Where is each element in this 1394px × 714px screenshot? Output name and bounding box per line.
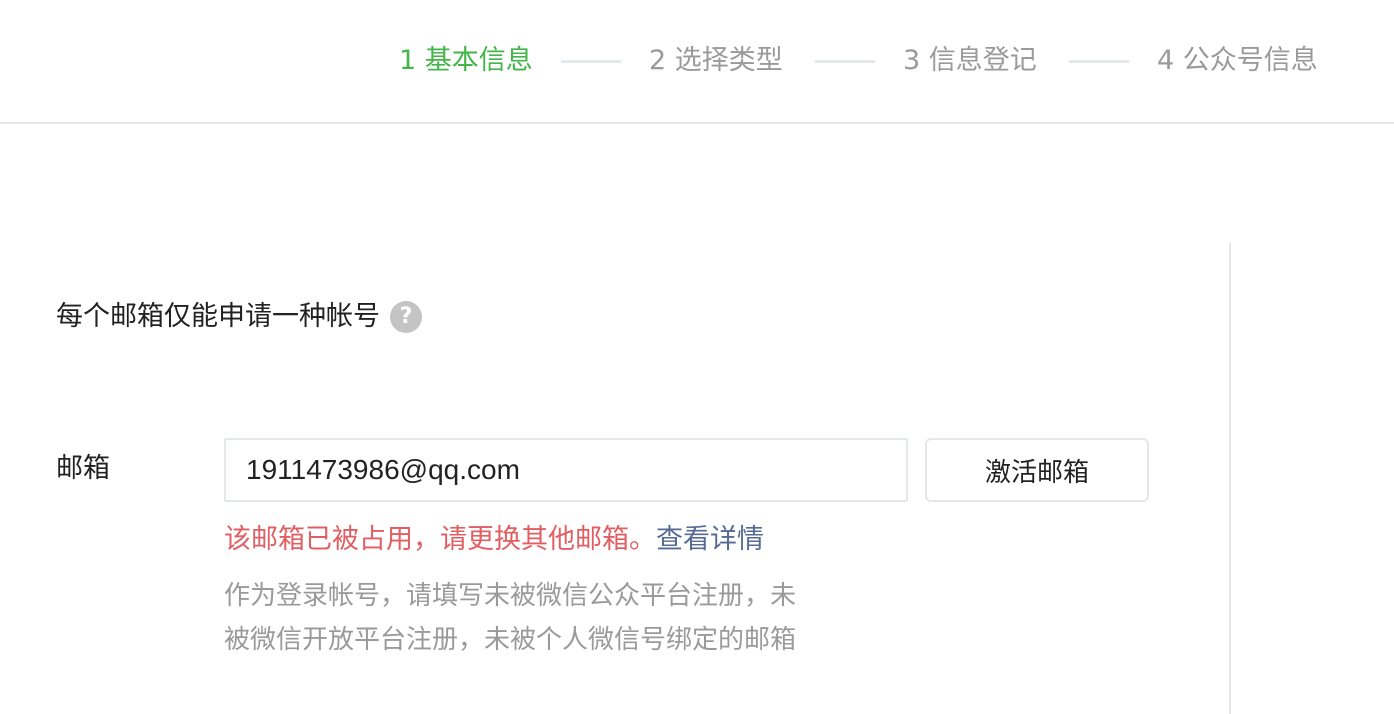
registration-page: 1 基本信息 2 选择类型 3 信息登记 4 公众号信息 每个邮箱仅能申请一种帐… [0, 0, 1394, 714]
step-connector [1069, 60, 1129, 63]
email-hint: 作为登录帐号，请填写未被微信公众平台注册，未 被微信开放平台注册，未被个人微信号… [224, 574, 864, 662]
step-connector [561, 60, 621, 63]
step-info-registration: 3 信息登记 [903, 45, 1037, 76]
step-progress-bar: 1 基本信息 2 选择类型 3 信息登记 4 公众号信息 [0, 0, 1394, 124]
activate-email-button[interactable]: 激活邮箱 [925, 438, 1149, 502]
email-input[interactable] [224, 438, 908, 502]
step-select-type: 2 选择类型 [649, 45, 783, 76]
help-icon[interactable]: ? [390, 301, 422, 333]
step-basic-info: 1 基本信息 [399, 45, 533, 76]
view-details-link[interactable]: 查看详情 [656, 524, 764, 555]
email-notice: 每个邮箱仅能申请一种帐号 ? [56, 298, 422, 336]
hint-line: 被微信开放平台注册，未被个人微信号绑定的邮箱 [224, 625, 797, 655]
email-label: 邮箱 [56, 453, 110, 484]
step-connector [815, 60, 875, 63]
step-account-info: 4 公众号信息 [1157, 45, 1318, 76]
notice-text: 每个邮箱仅能申请一种帐号 [56, 301, 380, 332]
error-text: 该邮箱已被占用，请更换其他邮箱。 [224, 524, 656, 555]
email-error-message: 该邮箱已被占用，请更换其他邮箱。查看详情 [224, 521, 764, 559]
side-divider [1229, 243, 1231, 714]
hint-line: 作为登录帐号，请填写未被微信公众平台注册，未 [224, 581, 797, 611]
